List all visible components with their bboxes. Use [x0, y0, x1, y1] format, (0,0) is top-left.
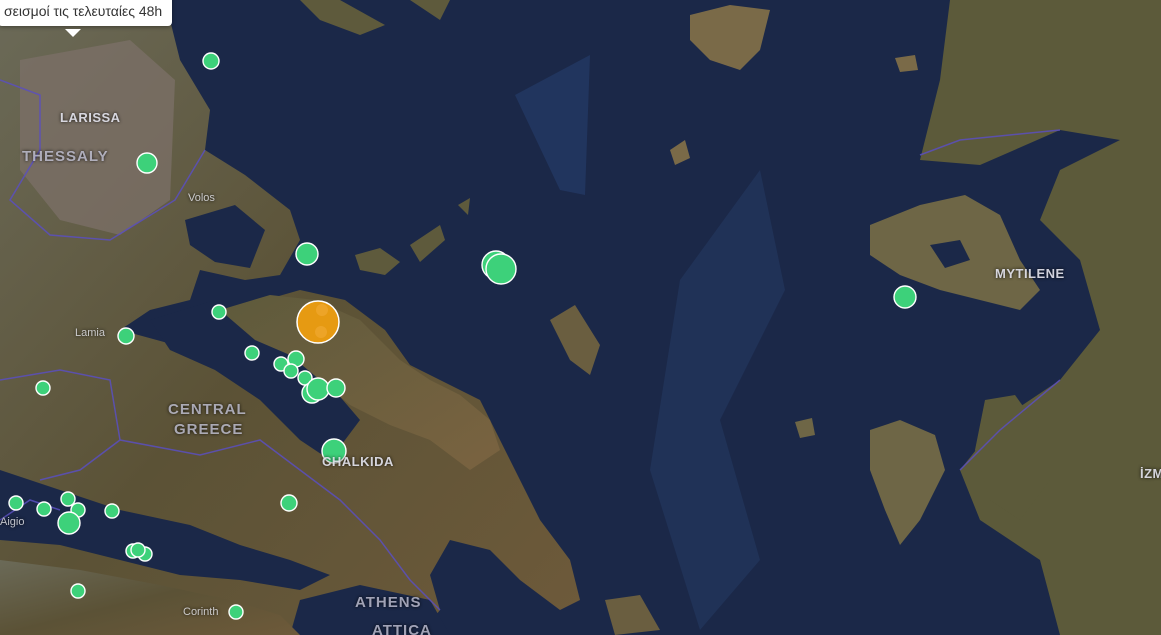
map-canvas[interactable]: LARISSA THESSALY Volos Lamia CENTRAL GRE…	[0, 0, 1161, 635]
label-central-greece-2: GREECE	[174, 421, 244, 438]
earthquake-marker[interactable]	[202, 52, 220, 70]
earthquake-marker[interactable]	[306, 377, 330, 401]
label-central-greece-1: CENTRAL	[168, 401, 247, 418]
label-lamia: Lamia	[75, 327, 105, 339]
earthquake-marker[interactable]	[136, 152, 158, 174]
earthquake-marker[interactable]	[104, 503, 120, 519]
map-tooltip: σεισμοί τις τελευταίες 48h	[0, 0, 173, 26]
earthquake-marker[interactable]	[280, 494, 298, 512]
earthquake-marker-inner	[316, 304, 328, 316]
earthquake-marker[interactable]	[117, 327, 135, 345]
earthquake-marker[interactable]	[36, 501, 52, 517]
label-attica: ATTICA	[372, 622, 432, 635]
label-athens: ATHENS	[355, 594, 422, 611]
earthquake-marker[interactable]	[228, 604, 244, 620]
label-volos: Volos	[188, 192, 215, 204]
earthquake-marker[interactable]	[57, 511, 81, 535]
earthquake-marker[interactable]	[485, 253, 517, 285]
label-thessaly: THESSALY	[22, 148, 109, 165]
earthquake-marker[interactable]	[70, 583, 86, 599]
earthquake-marker[interactable]	[893, 285, 917, 309]
basemap	[0, 0, 1161, 635]
earthquake-marker[interactable]	[283, 363, 299, 379]
label-chalkida: CHALKIDA	[322, 454, 394, 469]
label-larissa: LARISSA	[60, 110, 121, 125]
label-izm: İZM	[1140, 466, 1161, 481]
earthquake-marker[interactable]	[244, 345, 260, 361]
label-mytilene: MYTILENE	[995, 266, 1065, 281]
label-aigio: Aigio	[0, 516, 25, 528]
label-corinth: Corinth	[183, 606, 219, 618]
earthquake-marker[interactable]	[211, 304, 227, 320]
earthquake-marker[interactable]	[130, 542, 146, 558]
earthquake-marker[interactable]	[8, 495, 24, 511]
earthquake-marker[interactable]	[60, 491, 76, 507]
earthquake-marker-inner	[315, 326, 327, 338]
earthquake-marker[interactable]	[326, 378, 346, 398]
earthquake-marker[interactable]	[295, 242, 319, 266]
tooltip-pointer	[65, 29, 81, 37]
earthquake-marker[interactable]	[35, 380, 51, 396]
